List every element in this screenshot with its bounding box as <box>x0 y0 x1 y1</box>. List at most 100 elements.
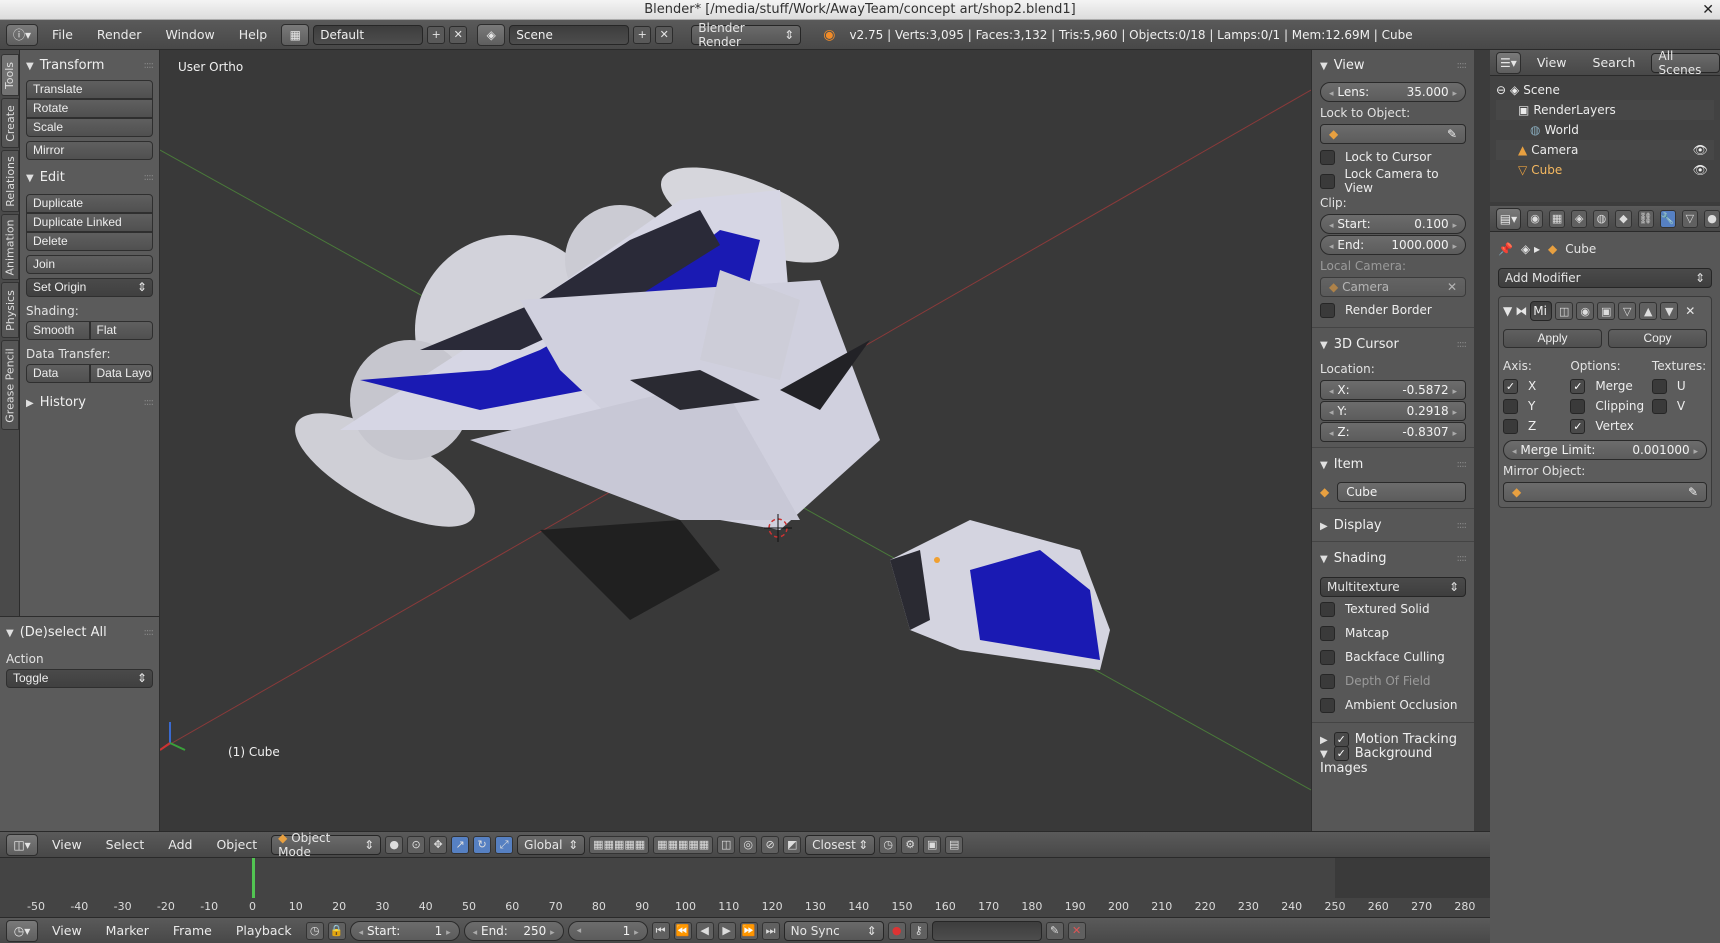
record-icon[interactable]: ● <box>887 921 906 940</box>
cursor-y-field[interactable]: ◂ Y: 0.2918 ▸ <box>1320 401 1466 421</box>
snap-target-dropdown[interactable]: Closest ⇕ <box>805 834 876 855</box>
operator-panel-header[interactable]: ▼ (De)select All:::: <box>6 621 155 643</box>
outliner-row[interactable]: ▽ Cube 👁 <box>1496 160 1714 180</box>
outliner-view-menu[interactable]: View <box>1527 55 1577 70</box>
cursor-panel-header[interactable]: ▼ 3D Cursor:::: <box>1320 333 1468 355</box>
render-still-icon[interactable]: ▣ <box>923 835 942 854</box>
scale-manipulator-icon[interactable]: ⤢ <box>495 835 514 854</box>
depth-of-field-checkbox[interactable]: Depth Of Field <box>1320 669 1466 693</box>
background-images-header[interactable]: ▼ ✓ Background Images <box>1320 746 1466 776</box>
ambient-occlusion-checkbox[interactable]: Ambient Occlusion <box>1320 693 1466 717</box>
increment-icon[interactable]: ▸ <box>1452 242 1457 252</box>
decrement-icon[interactable]: ◂ <box>1329 221 1334 231</box>
backface-culling-checkbox[interactable]: Backface Culling <box>1320 645 1466 669</box>
local-camera-field[interactable]: ◆ Camera ✕ <box>1320 277 1466 297</box>
decrement-icon[interactable]: ◂ <box>577 926 582 936</box>
menu-window[interactable]: Window <box>155 27 224 42</box>
action-dropdown[interactable]: Toggle ⇕ <box>6 669 153 688</box>
flat-button[interactable]: Flat <box>89 321 153 340</box>
render-engine-dropdown[interactable]: Blender Render ⇕ <box>691 21 802 49</box>
display-mode-dropdown[interactable]: All Scenes <box>1651 49 1720 77</box>
textured-solid-checkbox[interactable]: Textured Solid <box>1320 597 1466 621</box>
play-reverse-icon[interactable]: ◀ <box>695 921 714 940</box>
grip-icon[interactable]: :::: <box>144 397 155 408</box>
proportional-edit-icon[interactable]: ◎ <box>739 835 758 854</box>
grip-icon[interactable]: :::: <box>1457 459 1468 470</box>
snap-toggle-icon[interactable]: ⊘ <box>761 835 780 854</box>
lock-layers-icon[interactable]: ◫ <box>717 835 736 854</box>
shading-panel-header[interactable]: ▼ Shading:::: <box>1320 547 1468 569</box>
current-frame-indicator[interactable] <box>251 858 255 898</box>
opengl-anim-icon[interactable]: ⚙ <box>901 835 920 854</box>
grip-icon[interactable]: :::: <box>1457 553 1468 564</box>
viewport-scene[interactable] <box>160 50 1311 831</box>
decrement-icon[interactable]: ◂ <box>1329 387 1334 397</box>
clipping-checkbox[interactable]: Clipping <box>1570 396 1652 416</box>
insert-keyframe-icon[interactable]: ✎ <box>1045 921 1064 940</box>
data-tab-icon[interactable]: ▽ <box>1681 209 1698 228</box>
timeline[interactable]: -50 -40 -30 -20 -10 0 10 20 30 40 50 60 70 80 90 100 110… <box>0 857 1490 917</box>
decrement-icon[interactable]: ◂ <box>1329 429 1334 439</box>
merge-checkbox[interactable]: ✓ Merge <box>1570 376 1652 396</box>
modifier-tab-icon[interactable]: 🔧 <box>1659 209 1676 228</box>
decrement-icon[interactable]: ◂ <box>1329 89 1334 99</box>
lock-range-icon[interactable]: 🔒 <box>327 921 346 940</box>
increment-icon[interactable]: ▸ <box>1452 89 1457 99</box>
view-panel-header[interactable]: ▼ View:::: <box>1320 54 1468 76</box>
increment-icon[interactable]: ▸ <box>550 928 555 938</box>
menu-file[interactable]: File <box>42 27 83 42</box>
mode-dropdown[interactable]: ◆ Object Mode ⇕ <box>271 831 382 859</box>
keying-set-field[interactable] <box>931 920 1042 941</box>
outliner[interactable]: ⊖ ◈ Scene ▣ RenderLayers ◍ World ▲ Camera 👁 ▽ C… <box>1490 76 1720 202</box>
duplicate-linked-button[interactable]: Duplicate Linked <box>26 213 153 232</box>
scene-field[interactable]: Scene <box>509 24 630 45</box>
decrement-icon[interactable]: ◂ <box>359 928 364 938</box>
clear-icon[interactable]: ✕ <box>1447 280 1457 294</box>
texture-v-checkbox[interactable]: V <box>1651 396 1707 416</box>
tl-menu-view[interactable]: View <box>42 923 92 938</box>
vertex-checkbox[interactable]: ✓ Vertex <box>1570 416 1652 436</box>
vp-menu-add[interactable]: Add <box>158 837 202 852</box>
checkbox-icon[interactable]: ✓ <box>1333 746 1349 761</box>
vp-menu-select[interactable]: Select <box>96 837 155 852</box>
properties-editor-icon[interactable]: ▤▾ <box>1496 207 1521 230</box>
history-panel-header[interactable]: ▶ History:::: <box>26 391 155 413</box>
checkbox-icon[interactable]: ✓ <box>1333 731 1349 747</box>
jump-end-icon[interactable]: ⏭ <box>761 921 780 940</box>
layers-grid-icon[interactable]: ▦▦▦▦▦ <box>589 835 650 854</box>
duplicate-button[interactable]: Duplicate <box>26 194 153 213</box>
remove-scene-icon[interactable]: ✕ <box>655 25 674 44</box>
editmode-toggle-icon[interactable]: ▣ <box>1597 302 1616 320</box>
grip-icon[interactable]: :::: <box>144 627 155 638</box>
outliner-row[interactable]: ▲ Camera 👁 <box>1496 140 1714 160</box>
smooth-button[interactable]: Smooth <box>26 321 90 340</box>
jump-start-icon[interactable]: ⏮ <box>651 921 670 940</box>
constraints-tab-icon[interactable]: ⛓ <box>1637 209 1654 228</box>
scene-tab-icon[interactable]: ◈ <box>1571 209 1588 228</box>
viewport-toggle-icon[interactable]: ◉ <box>1576 302 1595 320</box>
grip-icon[interactable]: :::: <box>1457 60 1468 71</box>
axis-z-checkbox[interactable]: Z <box>1503 416 1570 436</box>
axis-x-checkbox[interactable]: ✓ X <box>1503 376 1570 396</box>
increment-icon[interactable]: ▸ <box>634 928 639 938</box>
grip-icon[interactable]: :::: <box>1457 339 1468 350</box>
menu-render[interactable]: Render <box>87 27 152 42</box>
grip-icon[interactable]: :::: <box>1457 520 1468 531</box>
mirror-object-field[interactable]: ◆ ✎ <box>1503 482 1707 502</box>
tl-menu-marker[interactable]: Marker <box>96 923 159 938</box>
tab-create[interactable]: Create <box>1 98 19 148</box>
rotate-manipulator-icon[interactable]: ↻ <box>473 835 492 854</box>
cursor-z-field[interactable]: ◂ Z: -0.8307 ▸ <box>1320 422 1466 442</box>
texture-u-checkbox[interactable]: U <box>1651 376 1707 396</box>
tab-animation[interactable]: Animation <box>1 214 19 280</box>
keying-set-icon[interactable]: ⚷ <box>909 921 928 940</box>
increment-icon[interactable]: ▸ <box>1452 387 1457 397</box>
grip-icon[interactable]: :::: <box>144 60 155 71</box>
outliner-search-menu[interactable]: Search <box>1583 55 1646 70</box>
apply-button[interactable]: Apply <box>1503 329 1602 348</box>
add-modifier-dropdown[interactable]: Add Modifier ⇕ <box>1498 268 1712 288</box>
clip-start-field[interactable]: ◂ Start: 0.100 ▸ <box>1320 214 1466 234</box>
render-border-checkbox[interactable]: Render Border <box>1320 298 1466 322</box>
preview-range-icon[interactable]: ◷ <box>305 921 324 940</box>
tl-menu-frame[interactable]: Frame <box>163 923 222 938</box>
